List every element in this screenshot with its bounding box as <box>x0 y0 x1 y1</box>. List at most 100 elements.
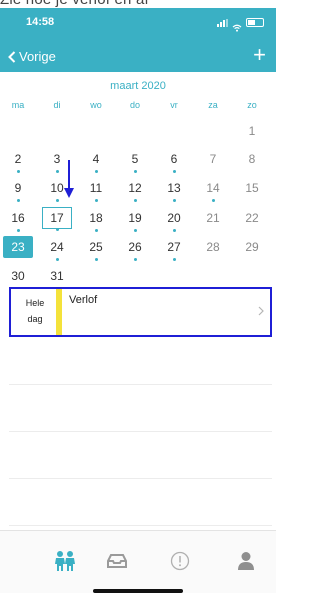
event-dot <box>172 258 176 261</box>
event-dot <box>211 199 215 202</box>
calendar-day-24[interactable]: 24 <box>42 236 72 261</box>
event-dot <box>55 170 59 173</box>
people-icon <box>55 551 75 571</box>
calendar-day-26[interactable]: 26 <box>120 236 150 261</box>
annotation-arrow <box>64 160 74 198</box>
signal-icon <box>217 18 228 27</box>
calendar-day-14[interactable]: 14 <box>198 177 228 202</box>
weekday-label-do: do <box>129 100 140 110</box>
calendar-day-6[interactable]: 6 <box>159 148 189 173</box>
calendar-day-5[interactable]: 5 <box>120 148 150 173</box>
calendar-day-30[interactable]: 30 <box>3 265 33 290</box>
status-time: 14:58 <box>26 16 55 28</box>
day-number: 7 <box>209 152 217 166</box>
day-number: 23 <box>11 240 25 254</box>
calendar-day-21[interactable]: 21 <box>198 207 228 229</box>
event-dot <box>94 229 98 232</box>
day-number: 12 <box>128 181 142 195</box>
event-dot <box>94 170 98 173</box>
event-dot <box>133 258 137 261</box>
weekday-label-vr: vr <box>170 100 178 110</box>
day-number: 9 <box>14 181 22 195</box>
calendar-day-19[interactable]: 19 <box>120 207 150 232</box>
inbox-icon <box>107 554 127 568</box>
person-icon <box>238 552 254 570</box>
chevron-left-icon <box>8 50 16 63</box>
event-time-label: Hele dag <box>17 295 53 327</box>
event-item[interactable]: Hele dag Verlof <box>9 287 272 337</box>
calendar-day-28[interactable]: 28 <box>198 236 228 258</box>
calendar-day-4[interactable]: 4 <box>81 148 111 173</box>
event-dot <box>172 199 176 202</box>
event-dot <box>55 199 59 202</box>
calendar-day-27[interactable]: 27 <box>159 236 189 261</box>
event-dot <box>16 170 20 173</box>
list-divider <box>9 431 272 432</box>
event-dot <box>133 170 137 173</box>
event-dot <box>94 258 98 261</box>
calendar-day-22[interactable]: 22 <box>237 207 267 229</box>
calendar-day-18[interactable]: 18 <box>81 207 111 232</box>
event-color-bar <box>56 289 62 335</box>
event-dot <box>172 229 176 232</box>
calendar-day-2[interactable]: 2 <box>3 148 33 173</box>
chevron-right-icon <box>258 306 264 319</box>
calendar-day-15[interactable]: 15 <box>237 177 267 199</box>
event-dot <box>55 258 59 261</box>
day-number: 4 <box>92 152 100 166</box>
weekday-label-wo: wo <box>90 100 102 110</box>
tab-alerts[interactable] <box>168 549 192 573</box>
day-number: 18 <box>89 211 103 225</box>
day-number: 25 <box>89 240 103 254</box>
calendar-day-17[interactable]: 17 <box>42 207 72 231</box>
calendar-day-29[interactable]: 29 <box>237 236 267 258</box>
calendar-day-9[interactable]: 9 <box>3 177 33 202</box>
day-number: 31 <box>50 269 64 283</box>
day-number: 20 <box>167 211 181 225</box>
calendar-day-31[interactable]: 31 <box>42 265 72 290</box>
calendar-day-20[interactable]: 20 <box>159 207 189 232</box>
day-number: 2 <box>14 152 22 166</box>
day-number: 14 <box>206 181 220 195</box>
calendar-day-16[interactable]: 16 <box>3 207 33 232</box>
status-icons <box>217 18 264 32</box>
list-divider <box>9 384 272 385</box>
event-dot <box>94 199 98 202</box>
event-title: Verlof <box>69 294 98 306</box>
month-label: maart 2020 <box>110 80 166 92</box>
day-number: 22 <box>245 211 259 225</box>
tab-profile[interactable] <box>234 549 258 573</box>
day-number: 21 <box>206 211 220 225</box>
back-button[interactable]: Vorige <box>8 49 56 64</box>
event-dot <box>133 229 137 232</box>
calendar-day-8[interactable]: 8 <box>237 148 267 170</box>
calendar-day-12[interactable]: 12 <box>120 177 150 202</box>
calendar-day-1[interactable]: 1 <box>237 120 267 142</box>
day-number: 16 <box>11 211 25 225</box>
day-number: 29 <box>245 240 259 254</box>
tab-people[interactable] <box>53 549 77 573</box>
weekday-label-di: di <box>53 100 61 110</box>
calendar-day-23[interactable]: 23 <box>3 236 33 258</box>
back-label: Vorige <box>19 49 56 64</box>
event-dot <box>133 199 137 202</box>
calendar-day-25[interactable]: 25 <box>81 236 111 261</box>
day-number: 15 <box>245 181 259 195</box>
day-number: 17 <box>50 211 64 225</box>
alert-circle-icon <box>170 551 190 571</box>
wifi-icon <box>232 19 242 32</box>
day-number: 8 <box>248 152 256 166</box>
calendar-day-11[interactable]: 11 <box>81 177 111 202</box>
weekday-label-zo: zo <box>247 100 257 110</box>
day-number: 11 <box>89 181 103 195</box>
day-number: 1 <box>248 124 256 138</box>
add-button[interactable]: + <box>253 42 266 68</box>
calendar-day-13[interactable]: 13 <box>159 177 189 202</box>
event-dot <box>55 228 59 231</box>
calendar-day-7[interactable]: 7 <box>198 148 228 170</box>
home-indicator <box>93 589 183 593</box>
battery-icon <box>246 18 264 27</box>
app-header: 14:58 Vorige + <box>0 8 276 72</box>
event-time-line1: Hele <box>25 298 45 308</box>
tab-inbox[interactable] <box>105 549 129 573</box>
